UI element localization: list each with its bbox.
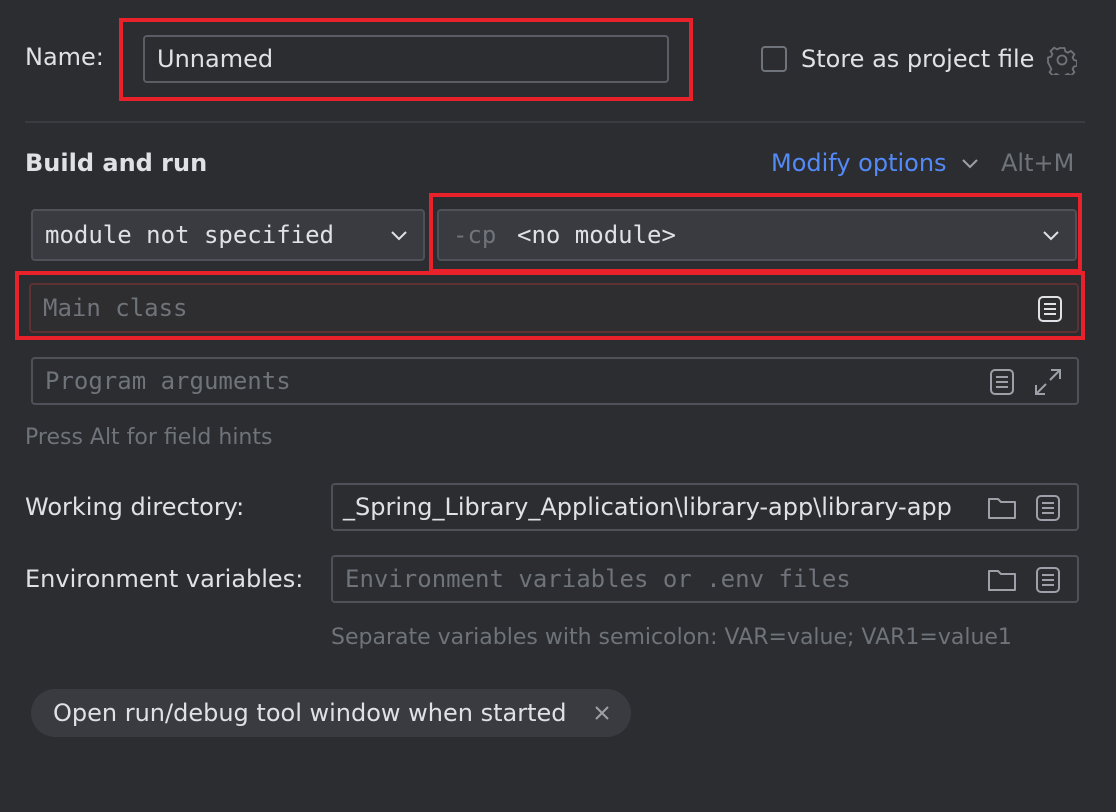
main-class-placeholder: Main class — [43, 294, 188, 322]
program-arguments-input[interactable]: Program arguments — [31, 357, 1079, 405]
classpath-select[interactable]: -cp <no module> — [437, 209, 1077, 261]
working-directory-input[interactable]: _Spring_Library_Application\library-app\… — [331, 483, 1079, 531]
list-icon[interactable] — [1037, 295, 1063, 323]
chevron-down-icon — [962, 159, 978, 169]
folder-icon[interactable] — [987, 495, 1017, 521]
modify-options-label: Modify options — [771, 149, 947, 177]
name-input[interactable]: Unnamed — [143, 35, 669, 83]
open-tool-window-chip[interactable]: Open run/debug tool window when started — [31, 689, 631, 737]
field-hints-text: Press Alt for field hints — [25, 425, 273, 450]
expand-icon[interactable] — [1033, 367, 1063, 397]
list-icon[interactable] — [989, 368, 1015, 396]
folder-icon[interactable] — [987, 567, 1017, 593]
environment-variables-input[interactable]: Environment variables or .env files — [331, 555, 1079, 603]
store-project-label: Store as project file — [801, 45, 1035, 73]
classpath-value: <no module> — [517, 221, 676, 249]
program-arguments-placeholder: Program arguments — [45, 367, 291, 395]
open-tool-window-label: Open run/debug tool window when started — [53, 699, 567, 727]
environment-hint: Separate variables with semicolon: VAR=v… — [331, 625, 1012, 650]
modify-options-shortcut: Alt+M — [1001, 149, 1075, 177]
working-directory-label: Working directory: — [25, 493, 245, 521]
classpath-prefix: -cp — [453, 221, 497, 249]
gear-icon[interactable] — [1047, 45, 1077, 75]
name-label: Name: — [25, 43, 104, 71]
chevron-down-icon — [391, 231, 407, 241]
environment-variables-label: Environment variables: — [25, 565, 304, 593]
list-icon[interactable] — [1035, 494, 1061, 522]
main-class-input[interactable]: Main class — [29, 283, 1079, 333]
chevron-down-icon — [1043, 231, 1059, 241]
separator — [25, 121, 1085, 123]
modify-options-link[interactable]: Modify options — [771, 149, 980, 177]
store-project-checkbox[interactable] — [761, 46, 787, 72]
list-icon[interactable] — [1035, 566, 1061, 594]
module-select-value: module not specified — [45, 221, 334, 249]
module-select[interactable]: module not specified — [31, 209, 425, 261]
build-run-title: Build and run — [25, 149, 208, 177]
environment-variables-placeholder: Environment variables or .env files — [345, 565, 851, 593]
name-value: Unnamed — [157, 45, 274, 73]
close-icon[interactable] — [593, 704, 611, 722]
working-directory-value: _Spring_Library_Application\library-app\… — [343, 493, 952, 521]
